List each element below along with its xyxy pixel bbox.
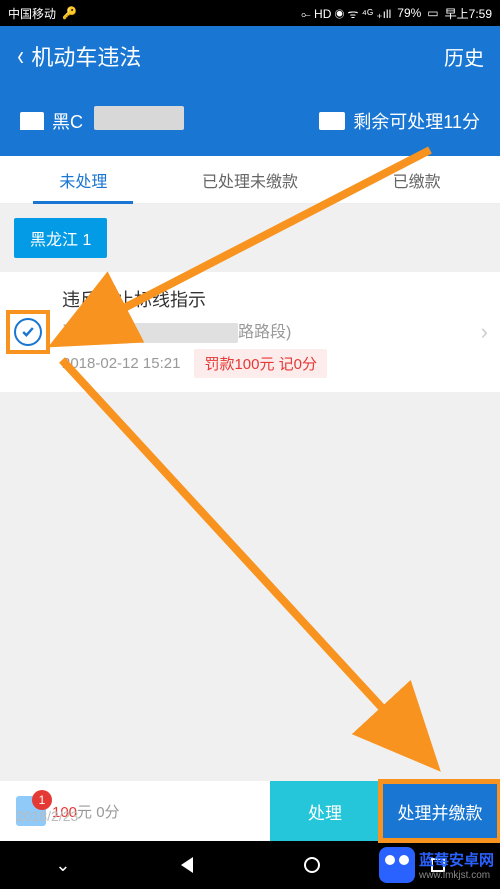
vehicle-info-bar: 黑C 剩余可处理11分 [0, 86, 500, 156]
count-badge: 1 [32, 790, 52, 810]
process-and-pay-button[interactable]: 处理并缴款 [380, 781, 500, 841]
nav-home-icon[interactable] [304, 857, 320, 873]
violation-item[interactable]: 违反禁止标线指示 平路路段) 2018-02-12 15:21 罚款100元 记… [0, 272, 500, 392]
watermark-icon [379, 847, 415, 883]
back-icon[interactable]: ‹ [17, 40, 24, 72]
watermark: 蓝莓安卓网 www.lmkjst.com [379, 847, 494, 883]
carrier: 中国移动 [8, 5, 56, 22]
nav-back-icon[interactable] [181, 857, 193, 873]
vehicle-plate[interactable]: 黑C [20, 108, 83, 134]
app-header: ‹ 机动车违法 历史 [0, 26, 500, 86]
tab-unprocessed[interactable]: 未处理 [0, 168, 167, 192]
id-card-icon [319, 112, 345, 130]
process-button[interactable]: 处理 [270, 781, 380, 841]
location-redacted [78, 323, 238, 343]
faded-date: 2018/2/23 [16, 808, 78, 824]
violation-date: 2018-02-12 15:21 [62, 355, 180, 372]
chevron-right-icon: › [481, 319, 488, 345]
summary-info[interactable]: 1 100元 0分 2018/2/23 [0, 796, 270, 826]
plate-redacted [94, 106, 184, 130]
violation-title: 违反禁止标线指示 [62, 286, 482, 312]
battery: 79% [397, 6, 421, 20]
key-icon: 🔑 [62, 6, 77, 20]
status-icons: ⟜ HD ◉ ᯤ ⁴ᴳ ₊ıll [301, 5, 391, 22]
nav-menu-icon[interactable]: ⌄ [55, 855, 70, 876]
violation-fine: 罚款100元 记0分 [194, 349, 327, 378]
car-icon [20, 112, 44, 130]
select-checkbox[interactable] [6, 310, 50, 354]
points-remaining[interactable]: 剩余可处理11分 [319, 108, 480, 134]
violation-location: 平路路段) [62, 318, 482, 343]
battery-icon: ▭ [427, 6, 438, 20]
tab-processed-unpaid[interactable]: 已处理未缴款 [167, 168, 334, 192]
page-title: 机动车违法 [31, 40, 444, 72]
tab-paid[interactable]: 已缴款 [333, 168, 500, 192]
tab-bar: 未处理 已处理未缴款 已缴款 [0, 156, 500, 204]
bottom-action-bar: 1 100元 0分 2018/2/23 处理 处理并缴款 [0, 781, 500, 841]
status-bar: 中国移动 🔑 ⟜ HD ◉ ᯤ ⁴ᴳ ₊ıll 79% ▭ 早上7:59 [0, 0, 500, 26]
history-button[interactable]: 历史 [444, 42, 484, 71]
clock: 早上7:59 [445, 5, 492, 22]
region-chip[interactable]: 黑龙江 1 [14, 218, 107, 258]
